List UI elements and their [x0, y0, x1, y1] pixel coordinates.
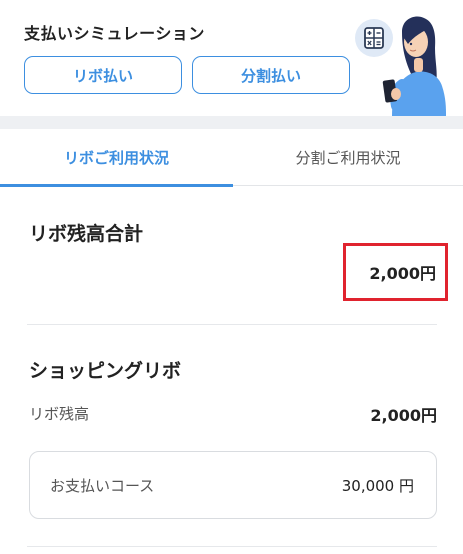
payment-status-page: 支払いシミュレーション リボ払い 分割払い リボご利用状況 分割ご利用状況 リボ… — [0, 0, 463, 554]
revo-total-heading: リボ残高合計 — [29, 223, 144, 245]
tab-revo-usage[interactable]: リボご利用状況 — [0, 129, 233, 187]
simulation-title: 支払いシミュレーション — [24, 24, 205, 43]
revo-balance-value: 2,000円 — [370, 406, 437, 425]
payment-course-label: お支払いコース — [50, 477, 155, 495]
divider-line — [27, 324, 437, 325]
divider-line — [27, 546, 437, 547]
payment-course-value: 30,000 円 — [341, 477, 414, 495]
revo-balance-label: リボ残高 — [29, 405, 90, 423]
revo-total-amount: 2,000円 — [369, 264, 436, 283]
calculator-icon — [355, 19, 393, 57]
shopping-revo-heading: ショッピングリボ — [29, 360, 182, 382]
payment-simulation-banner: 支払いシミュレーション リボ払い 分割払い — [0, 0, 463, 116]
payment-course-card: お支払いコース 30,000 円 — [29, 451, 437, 519]
split-simulation-button[interactable]: 分割払い — [192, 56, 350, 94]
revo-total-highlight-box: 2,000円 — [343, 243, 448, 301]
section-divider — [0, 116, 463, 129]
woman-with-phone-illustration — [355, 16, 446, 116]
tab-installment-usage[interactable]: 分割ご利用状況 — [233, 129, 463, 186]
revo-simulation-button[interactable]: リボ払い — [24, 56, 182, 94]
usage-tabs: リボご利用状況 分割ご利用状況 — [0, 129, 463, 187]
